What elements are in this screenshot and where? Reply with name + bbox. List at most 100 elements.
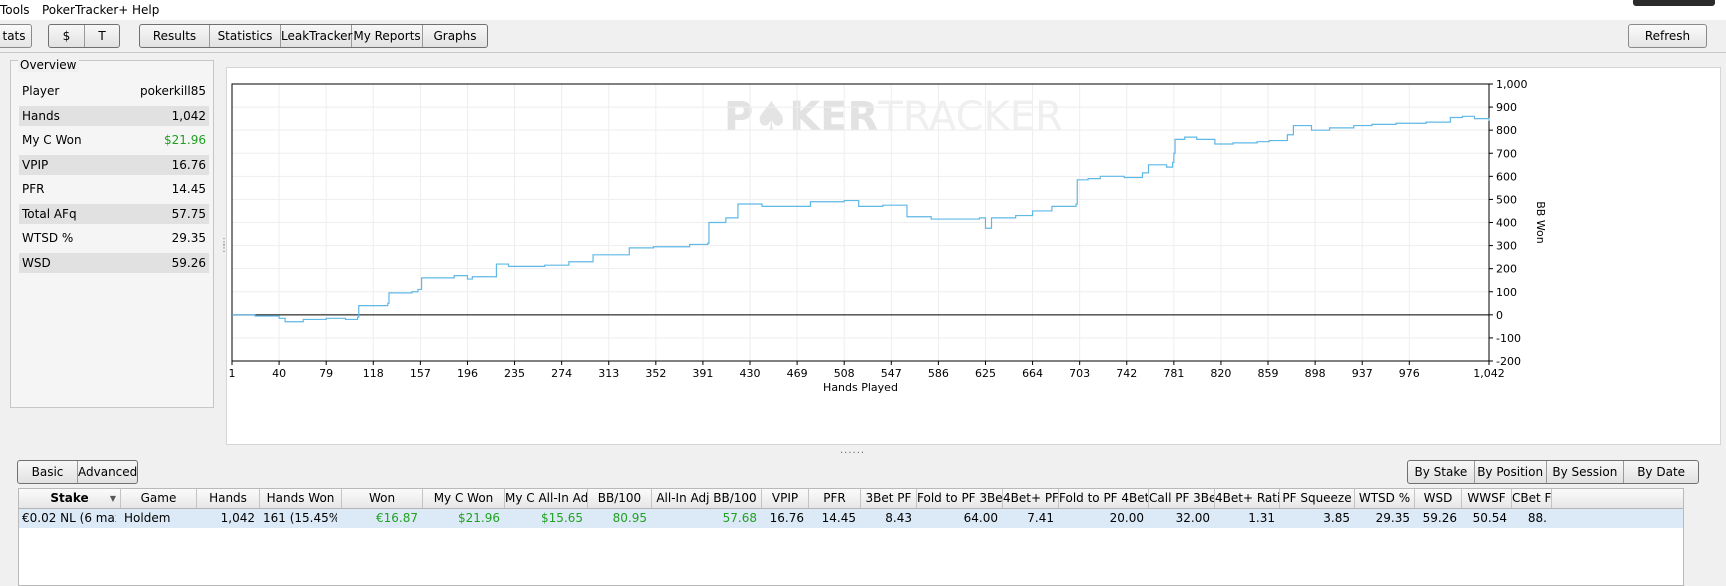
column-header-game[interactable]: Game xyxy=(121,489,197,508)
x-tick-label: 1 xyxy=(229,367,236,380)
x-tick-label: 40 xyxy=(272,367,286,380)
table-cell: Holdem xyxy=(124,511,171,525)
x-tick-label: 235 xyxy=(504,367,525,380)
column-header-hands[interactable]: Hands xyxy=(197,489,260,508)
overview-label: WSD xyxy=(22,256,51,270)
table-cell: 3.85 xyxy=(1323,511,1350,525)
overview-value: pokerkill85 xyxy=(139,84,206,98)
x-tick-label: 1,042 xyxy=(1473,367,1505,380)
table-cell: 59.26 xyxy=(1422,511,1457,525)
menu-help[interactable]: Help xyxy=(132,3,159,17)
x-tick-label: 352 xyxy=(645,367,666,380)
y-tick-label: 300 xyxy=(1496,240,1517,253)
x-tick-label: 547 xyxy=(881,367,902,380)
basic-advanced-toggle: Basic Advanced xyxy=(17,460,138,484)
overview-label: VPIP xyxy=(22,158,49,172)
by-date-button[interactable]: By Date xyxy=(1624,461,1698,483)
menu-tools[interactable]: Tools xyxy=(0,3,30,17)
vertical-splitter-handle[interactable]: ⋮ ⋮ xyxy=(219,238,229,270)
column-header-pf-squeeze[interactable]: PF Squeeze xyxy=(1280,489,1355,508)
tab-stats[interactable]: tats xyxy=(0,24,32,48)
table-cell: 88. xyxy=(1527,511,1547,525)
advanced-button[interactable]: Advanced xyxy=(78,461,137,483)
y-tick-label: -200 xyxy=(1496,355,1521,368)
stats-table: Stake ▼ Game Hands Hands Won Won My C Won My C … xyxy=(18,488,1684,586)
by-position-button[interactable]: By Position xyxy=(1475,461,1547,483)
column-header-my-c-all-in-adj[interactable]: My C All-In Adj xyxy=(505,489,588,508)
table-cell: 7.41 xyxy=(1027,511,1054,525)
overview-label: WTSD % xyxy=(22,231,74,245)
by-session-button[interactable]: By Session xyxy=(1547,461,1625,483)
column-header-4bet-pf[interactable]: 4Bet+ PF xyxy=(1003,489,1059,508)
x-tick-label: 703 xyxy=(1069,367,1090,380)
x-tick-label: 469 xyxy=(787,367,808,380)
horizontal-splitter-handle[interactable]: ...... xyxy=(840,445,865,456)
column-header-my-c-won[interactable]: My C Won xyxy=(423,489,505,508)
table-cell: 8.43 xyxy=(885,511,912,525)
table-cell: €16.87 xyxy=(376,511,418,525)
overview-label: Total AFq xyxy=(22,207,77,221)
table-row[interactable]: €0.02 NL (6 max) Holdem 1,042 161 (15.45%) €… xyxy=(19,509,1683,528)
overview-row-wtsd: WTSD % 29.35 xyxy=(19,228,209,248)
column-header-3bet-pf[interactable]: 3Bet PF xyxy=(861,489,917,508)
overview-label: My C Won xyxy=(22,133,82,147)
table-cell: 80.95 xyxy=(612,511,647,525)
x-tick-label: 976 xyxy=(1399,367,1420,380)
overview-value: $21.96 xyxy=(164,133,206,147)
column-header-call-pf-3bet[interactable]: Call PF 3Bet xyxy=(1149,489,1215,508)
currency-tournament-button[interactable]: T xyxy=(85,25,119,47)
y-tick-label: 900 xyxy=(1496,101,1517,114)
column-header-fold-to-pf-4bet[interactable]: Fold to PF 4Bet xyxy=(1059,489,1149,508)
column-header-wwsf[interactable]: WWSF xyxy=(1462,489,1512,508)
menu-bar: Tools PokerTracker+ Help xyxy=(0,0,1726,20)
overview-row-wsd: WSD 59.26 xyxy=(19,253,209,273)
x-tick-label: 937 xyxy=(1352,367,1373,380)
sort-desc-icon: ▼ xyxy=(109,494,116,503)
column-header-vpip[interactable]: VPIP xyxy=(762,489,809,508)
table-cell: 20.00 xyxy=(1109,511,1144,525)
column-header-all-in-adj-bb-100[interactable]: All-In Adj BB/100 xyxy=(652,489,762,508)
y-tick-label: 200 xyxy=(1496,263,1517,276)
x-tick-label: 313 xyxy=(598,367,619,380)
refresh-button[interactable]: Refresh xyxy=(1628,24,1707,48)
column-header-won[interactable]: Won xyxy=(342,489,423,508)
column-header-hands-won[interactable]: Hands Won xyxy=(260,489,342,508)
basic-button[interactable]: Basic xyxy=(18,461,78,483)
table-cell: 57.68 xyxy=(722,511,757,525)
x-tick-label: 781 xyxy=(1163,367,1184,380)
overview-label: Player xyxy=(22,84,60,98)
column-header-cbet-f[interactable]: CBet F xyxy=(1512,489,1552,508)
x-tick-label: 391 xyxy=(692,367,713,380)
column-header-4bet-ratio[interactable]: 4Bet+ Ratio xyxy=(1215,489,1280,508)
tab-statistics[interactable]: Statistics xyxy=(210,25,281,47)
table-cell: 1.31 xyxy=(1248,511,1275,525)
column-header-pfr[interactable]: PFR xyxy=(809,489,861,508)
y-tick-label: 1,000 xyxy=(1496,78,1528,91)
menu-pokertracker-plus[interactable]: PokerTracker+ xyxy=(42,3,128,17)
y-tick-label: 100 xyxy=(1496,286,1517,299)
overview-row-my-c-won: My C Won $21.96 xyxy=(19,130,209,150)
group-by-toggle: By Stake By Position By Session By Date xyxy=(1407,460,1699,484)
x-tick-label: 820 xyxy=(1210,367,1231,380)
tab-leaktracker[interactable]: LeakTracker xyxy=(281,25,352,47)
tab-graphs[interactable]: Graphs xyxy=(423,25,487,47)
column-header-wtsd[interactable]: WTSD % xyxy=(1355,489,1415,508)
overview-row-vpip: VPIP 16.76 xyxy=(19,155,209,175)
overview-row-hands: Hands 1,042 xyxy=(19,106,209,126)
y-tick-label: 0 xyxy=(1496,309,1503,322)
by-stake-button[interactable]: By Stake xyxy=(1408,461,1475,483)
overview-value: 57.75 xyxy=(171,207,206,221)
table-cell: 64.00 xyxy=(963,511,998,525)
table-cell: 161 (15.45%) xyxy=(263,511,337,525)
column-header-fold-to-pf-3bet[interactable]: Fold to PF 3Bet xyxy=(917,489,1003,508)
column-header-bb-100[interactable]: BB/100 xyxy=(588,489,652,508)
column-header-stake[interactable]: Stake ▼ xyxy=(19,489,121,508)
x-tick-label: 79 xyxy=(319,367,333,380)
column-header-wsd[interactable]: WSD xyxy=(1415,489,1462,508)
overview-title: Overview xyxy=(18,58,79,72)
tab-my-reports[interactable]: My Reports xyxy=(352,25,423,47)
tab-results[interactable]: Results xyxy=(140,25,210,47)
table-header: Stake ▼ Game Hands Hands Won Won My C Won My C … xyxy=(19,489,1683,509)
x-tick-label: 859 xyxy=(1258,367,1279,380)
currency-dollar-button[interactable]: $ xyxy=(49,25,85,47)
